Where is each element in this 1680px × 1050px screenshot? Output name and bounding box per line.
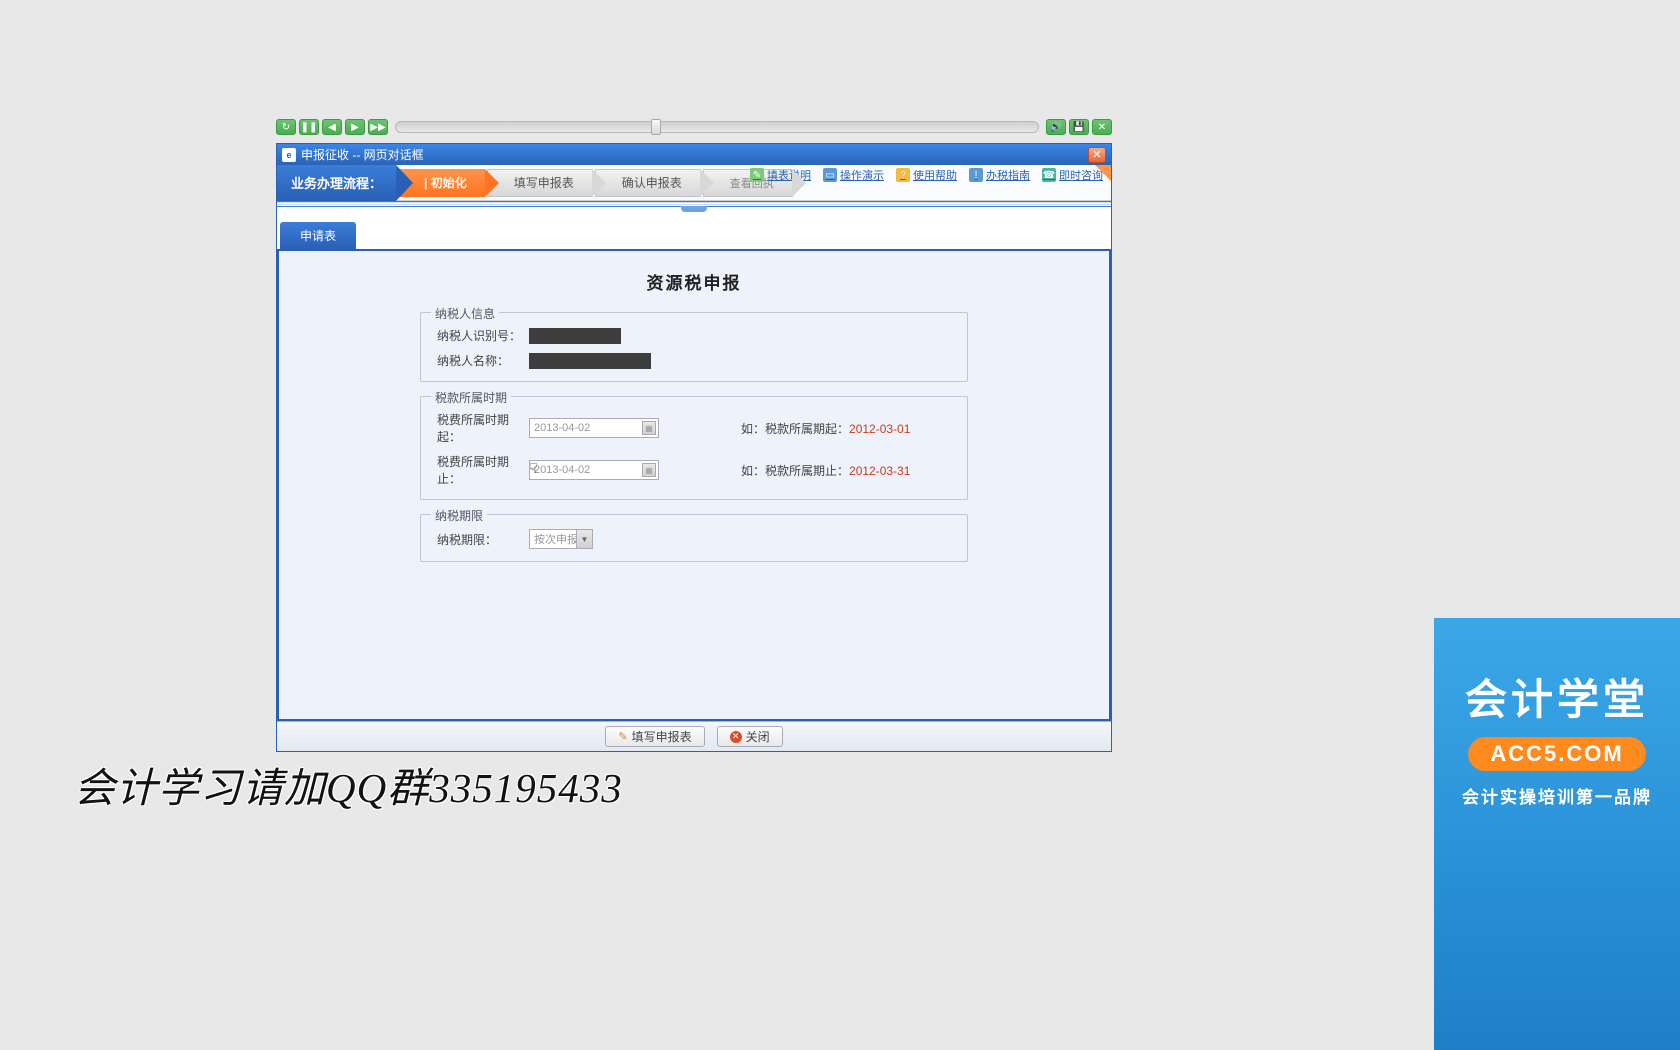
prev-icon[interactable]: ◀ — [322, 119, 342, 135]
dialog-window: e 申报征收 -- 网页对话框 ✕ 业务办理流程： | 初始化 填写申报表 确认… — [276, 143, 1112, 752]
legend-period: 税款所属时期 — [431, 389, 511, 406]
label-period-to: 税费所属时期止： — [437, 453, 529, 487]
workflow-bar: 业务办理流程： | 初始化 填写申报表 确认申报表 查看回执 ✎填表说明 ▭操作… — [277, 165, 1111, 201]
label-taxpayer-name: 纳税人名称： — [437, 352, 529, 369]
fill-form-button[interactable]: ✎填写申报表 — [605, 726, 704, 747]
workflow-step-confirm[interactable]: 确认申报表 — [595, 169, 701, 197]
fieldset-period: 税款所属时期 税费所属时期起： 2013-04-02▦ 如：税款所属期起：201… — [420, 396, 968, 500]
reload-icon[interactable]: ↻ — [276, 119, 296, 135]
brand-domain: ACC5.COM — [1468, 737, 1645, 771]
media-player-bar: ↻ ❚❚ ◀ ▶ ▶▶ 🔊 💾 ✕ — [276, 118, 1112, 136]
link-demo[interactable]: ▭操作演示 — [823, 167, 884, 183]
example-period-to: 如：税款所属期止：2012-03-31 — [741, 462, 951, 479]
titlebar: e 申报征收 -- 网页对话框 ✕ — [277, 144, 1111, 165]
select-deadline[interactable]: 按次申报▼ — [529, 529, 593, 549]
content-area: 资源税申报 纳税人信息 纳税人识别号： 纳税人名称： 税款所属时期 税费所属时期… — [277, 251, 1111, 721]
form-title: 资源税申报 — [279, 269, 1109, 294]
workflow-step-fill[interactable]: 填写申报表 — [487, 169, 593, 197]
input-period-to[interactable]: 2013-04-02▦ — [529, 460, 659, 480]
seek-track[interactable] — [395, 121, 1039, 133]
label-taxpayer-id: 纳税人识别号： — [437, 327, 529, 344]
calendar-icon[interactable]: ▦ — [642, 463, 656, 477]
headset-icon: ☎ — [1042, 168, 1056, 182]
close-button[interactable]: ✕关闭 — [717, 726, 783, 747]
close-circle-icon: ✕ — [730, 731, 742, 743]
promo-text: 会计学习请加QQ群335195433 — [74, 754, 623, 814]
label-period-from: 税费所属时期起： — [437, 411, 529, 445]
save-icon[interactable]: 💾 — [1069, 119, 1089, 135]
input-period-from[interactable]: 2013-04-02▦ — [529, 418, 659, 438]
exit-icon[interactable]: ✕ — [1092, 119, 1112, 135]
screen-icon: ▭ — [823, 168, 837, 182]
doc-icon: ✎ — [750, 168, 764, 182]
link-guide[interactable]: !办税指南 — [969, 167, 1030, 183]
app-icon: e — [282, 148, 296, 162]
value-taxpayer-id — [529, 328, 621, 344]
workflow-label: 业务办理流程： — [277, 165, 396, 201]
legend-taxpayer: 纳税人信息 — [431, 305, 499, 322]
info-icon: ! — [969, 168, 983, 182]
legend-deadline: 纳税期限 — [431, 507, 487, 524]
link-help[interactable]: ?使用帮助 — [896, 167, 957, 183]
seek-handle[interactable] — [651, 119, 661, 135]
play-icon[interactable]: ▶ — [345, 119, 365, 135]
window-title: 申报征收 -- 网页对话框 — [301, 146, 424, 163]
brand-name: 会计学堂 — [1444, 666, 1670, 727]
label-deadline: 纳税期限： — [437, 531, 529, 548]
fieldset-deadline: 纳税期限 纳税期限： 按次申报▼ — [420, 514, 968, 562]
close-icon[interactable]: ✕ — [1088, 147, 1106, 163]
volume-icon[interactable]: 🔊 — [1046, 119, 1066, 135]
tab-row: 申请表 — [277, 218, 1111, 251]
chevron-down-icon: ▼ — [576, 530, 592, 548]
fold-corner-icon — [1095, 165, 1111, 181]
edit-icon: ✎ — [618, 730, 627, 743]
brand-tagline: 会计实操培训第一品牌 — [1444, 783, 1670, 808]
question-icon: ? — [896, 168, 910, 182]
example-period-from: 如：税款所属期起：2012-03-01 — [741, 420, 951, 437]
pause-icon[interactable]: ❚❚ — [299, 119, 319, 135]
link-consult[interactable]: ☎即时咨询 — [1042, 167, 1103, 183]
brand-logo-card: 会计学堂 ACC5.COM 会计实操培训第一品牌 — [1434, 618, 1680, 1050]
button-bar: ✎填写申报表 ✕关闭 — [277, 721, 1111, 751]
calendar-icon[interactable]: ▦ — [642, 421, 656, 435]
fieldset-taxpayer: 纳税人信息 纳税人识别号： 纳税人名称： — [420, 312, 968, 382]
tab-application[interactable]: 申请表 — [280, 222, 356, 249]
value-taxpayer-name — [529, 353, 651, 369]
next-icon[interactable]: ▶▶ — [368, 119, 388, 135]
